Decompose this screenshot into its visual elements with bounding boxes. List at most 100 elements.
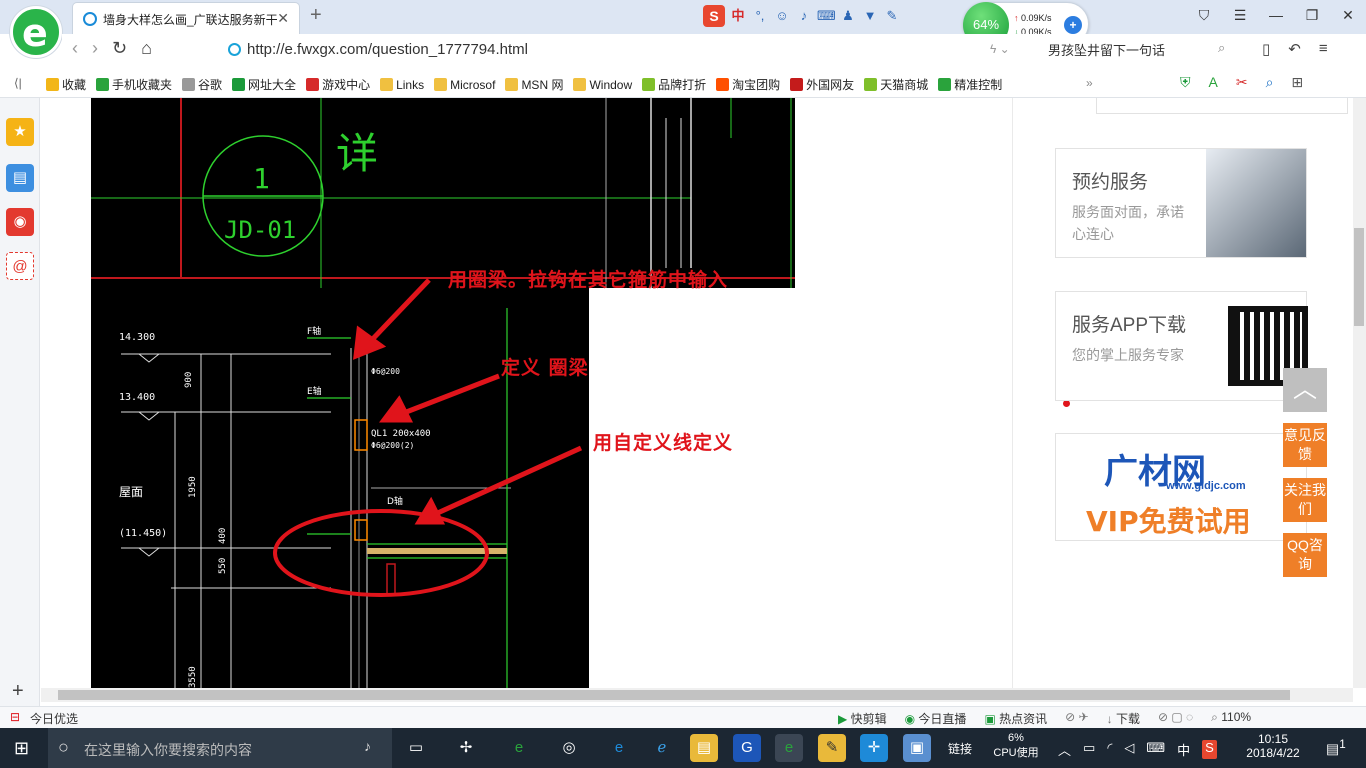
skin-icon[interactable]: ▼	[861, 7, 879, 25]
sogou-icon[interactable]: S	[703, 5, 725, 27]
app-card[interactable]: 服务APP下载 您的掌上服务专家	[1055, 291, 1308, 401]
bookmark-item[interactable]: 品牌打折	[642, 76, 706, 93]
status-left[interactable]: 今日优选	[30, 710, 78, 727]
keyboard-tray-icon[interactable]: ⌨	[1146, 740, 1165, 759]
undo-icon[interactable]: ↶	[1288, 40, 1301, 58]
status-extra-icons[interactable]: ⊘ ▢ ◌	[1158, 710, 1193, 727]
sidebar-toggle-icon[interactable]: ⟨|	[14, 76, 22, 90]
bookmark-item[interactable]: 游戏中心	[306, 76, 370, 93]
translate-icon[interactable]: A	[1209, 74, 1218, 91]
email-icon[interactable]: @	[6, 252, 34, 280]
bookmarks-more-icon[interactable]: »	[1086, 76, 1093, 90]
bookmark-item[interactable]: 淘宝团购	[716, 76, 780, 93]
shirt-icon[interactable]: ⛉	[1186, 0, 1222, 30]
feedback-button[interactable]: 意见反馈	[1283, 423, 1327, 467]
status-news[interactable]: ▣ 热点资讯	[984, 710, 1047, 727]
active-tab[interactable]: 墙身大样怎么画_广联达服务新干 ✕	[72, 2, 300, 34]
ime-tray[interactable]: 中	[1177, 740, 1190, 759]
active-browser-icon[interactable]: e	[775, 734, 803, 762]
bookmark-item[interactable]: 收藏	[46, 76, 86, 93]
minimize-button[interactable]: —	[1258, 0, 1294, 30]
magnifier-icon[interactable]: ⌕	[1266, 74, 1274, 91]
user-icon[interactable]: ♟	[839, 7, 857, 25]
close-window-button[interactable]: ✕	[1330, 0, 1366, 30]
ime-lang[interactable]: 中	[729, 7, 747, 25]
mic-icon[interactable]: ♪	[364, 738, 371, 754]
emoji-icon[interactable]: ☺	[773, 7, 791, 25]
sidebar-add-icon[interactable]: +	[12, 680, 24, 703]
bookmark-item[interactable]: Window	[573, 76, 632, 93]
search-text[interactable]: 男孩坠井留下一句话	[1048, 43, 1165, 58]
bookmark-item[interactable]: 谷歌	[182, 76, 222, 93]
status-download[interactable]: ↓ 下载	[1107, 710, 1140, 727]
url-field[interactable]: http://e.fwxgx.com/question_1777794.html	[220, 37, 1040, 63]
browser-e-icon[interactable]: e	[505, 734, 533, 762]
edge-icon[interactable]: e	[605, 734, 633, 762]
sogou-tray-icon[interactable]: S	[1202, 740, 1217, 759]
status-kuaijianji[interactable]: ▶ 快剪辑	[838, 710, 887, 727]
mobile-icon[interactable]: ▯	[1262, 40, 1270, 58]
qq-button[interactable]: QQ咨询	[1283, 533, 1327, 577]
sogou-ime-bar[interactable]: S 中 °, ☺ ♪ ⌨ ♟ ▼ ✎	[703, 5, 901, 27]
search-field[interactable]: 男孩坠井留下一句话 ⌕	[1048, 40, 1238, 59]
task-view-icon[interactable]: ▭	[402, 734, 430, 762]
status-live[interactable]: ◉ 今日直播	[905, 710, 967, 727]
reading-list-icon[interactable]: ▤	[6, 164, 34, 192]
taskbar-search-placeholder[interactable]: 在这里输入你要搜索的内容	[84, 740, 252, 760]
browser-logo-icon[interactable]: e	[10, 6, 62, 58]
spiral-app-icon[interactable]: ◎	[555, 734, 583, 762]
close-tab-icon[interactable]: ✕	[277, 10, 289, 27]
volume-icon[interactable]: ◁	[1124, 740, 1134, 759]
shield-icon[interactable]: ⛨	[1180, 74, 1191, 91]
fan-app-icon[interactable]: ✢	[452, 734, 480, 762]
keyboard-icon[interactable]: ⌨	[817, 7, 836, 25]
restore-button[interactable]: ❐	[1294, 0, 1330, 30]
back-to-top-icon[interactable]: ︿	[1283, 368, 1327, 412]
tools-icon[interactable]: ✎	[883, 7, 901, 25]
lightning-icon[interactable]: ϟ ⌄	[990, 42, 1010, 56]
voice-icon[interactable]: ♪	[795, 7, 813, 25]
battery-icon[interactable]: ▭	[1083, 740, 1095, 759]
window-app-icon[interactable]: ▣	[903, 734, 931, 762]
explorer-folder-icon[interactable]: ▤	[690, 734, 718, 762]
bookmark-item[interactable]: Links	[380, 76, 424, 93]
vertical-scroll-thumb[interactable]	[1354, 228, 1364, 326]
taskbar-search[interactable]: ○ 在这里输入你要搜索的内容 ♪	[48, 728, 392, 768]
notes-icon[interactable]: ✎	[818, 734, 846, 762]
bookmark-item[interactable]: 网址大全	[232, 76, 296, 93]
status-zoom[interactable]: ⌕ 110%	[1211, 710, 1251, 727]
wifi-icon[interactable]: ◜	[1107, 740, 1112, 759]
punctuation-icon[interactable]: °,	[751, 7, 769, 25]
favorites-star-icon[interactable]: ★	[6, 118, 34, 146]
vertical-scrollbar[interactable]	[1353, 98, 1366, 688]
bookmark-item[interactable]: MSN 网	[505, 76, 563, 93]
more-icon[interactable]: ≡	[1319, 40, 1328, 58]
grid-icon[interactable]: ⊞	[1291, 74, 1303, 91]
bookmark-item[interactable]: 外国网友	[790, 76, 854, 93]
follow-button[interactable]: 关注我们	[1283, 478, 1327, 522]
status-tools-icons[interactable]: ⊘ ✈	[1065, 710, 1088, 727]
menu-icon[interactable]: ☰	[1222, 0, 1258, 30]
tray-up-icon[interactable]: ︿	[1058, 740, 1071, 759]
back-icon[interactable]: ‹	[72, 38, 78, 59]
bookmark-item[interactable]: 精准控制	[938, 76, 1002, 93]
search-icon[interactable]: ⌕	[1218, 40, 1225, 56]
ad-card[interactable]: 广材网 www.gldjc.com VIP免费试用	[1055, 433, 1307, 541]
notification-icon[interactable]: ▤1	[1326, 738, 1346, 758]
weibo-icon[interactable]: ◉	[6, 208, 34, 236]
taskbar-links[interactable]: 链接	[948, 740, 972, 757]
bookmark-item[interactable]: 手机收藏夹	[96, 76, 172, 93]
glodon-icon[interactable]: G	[733, 734, 761, 762]
horizontal-scroll-thumb[interactable]	[58, 690, 1290, 700]
forward-icon[interactable]: ›	[92, 38, 98, 59]
refresh-icon[interactable]: ↻	[112, 38, 127, 59]
url-text[interactable]: http://e.fwxgx.com/question_1777794.html	[247, 41, 528, 58]
screenshot-icon[interactable]: ✂	[1236, 74, 1248, 91]
service-card[interactable]: 预约服务 服务面对面，承诺心连心	[1055, 148, 1307, 258]
windows-start-icon[interactable]: ⊞	[14, 738, 29, 759]
speedup-plus-icon[interactable]: +	[1064, 16, 1082, 34]
plus-app-icon[interactable]: ✛	[860, 734, 888, 762]
ie-icon[interactable]: ℯ	[648, 734, 676, 762]
home-icon[interactable]: ⌂	[141, 38, 152, 59]
new-tab-button[interactable]: +	[310, 4, 322, 27]
